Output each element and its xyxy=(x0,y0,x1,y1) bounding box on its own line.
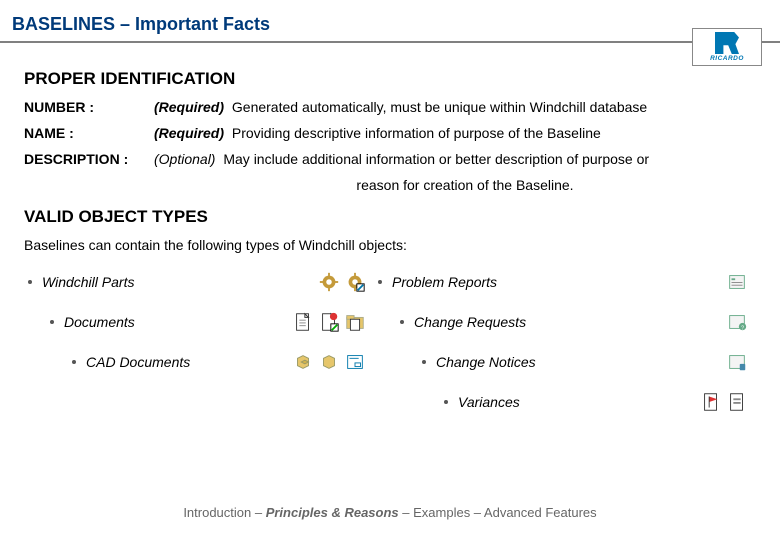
document-icon xyxy=(292,311,314,333)
item-problem-reports: Problem Reports xyxy=(374,267,756,297)
document-folder-icon xyxy=(344,311,366,333)
problem-report-icon xyxy=(726,271,748,293)
logo-text: RICARDO xyxy=(710,55,744,62)
bullet-icon xyxy=(50,320,54,324)
field-description-cont: reason for creation of the Baseline. xyxy=(24,177,756,193)
ricardo-logo: RICARDO xyxy=(692,28,762,66)
bullet-icon xyxy=(28,280,32,284)
field-number-label: NUMBER : xyxy=(24,99,154,115)
field-name: NAME : (Required) Providing descriptive … xyxy=(24,125,756,141)
item-change-requests-label: Change Requests xyxy=(414,314,526,330)
field-number: NUMBER : (Required) Generated automatica… xyxy=(24,99,756,115)
part-gear-icon xyxy=(318,271,340,293)
footer-part-a: Introduction – xyxy=(183,505,265,520)
item-change-notices-label: Change Notices xyxy=(436,354,536,370)
item-documents-label: Documents xyxy=(64,314,135,330)
cad-drawing-icon xyxy=(344,351,366,373)
bullet-icon xyxy=(378,280,382,284)
field-name-desc: Providing descriptive information of pur… xyxy=(232,125,601,141)
objects-left-column: Windchill Parts Documents xyxy=(24,267,374,427)
item-problem-reports-label: Problem Reports xyxy=(392,274,497,290)
objects-intro: Baselines can contain the following type… xyxy=(24,237,756,253)
svg-text:?: ? xyxy=(741,325,744,331)
objects-right-column: Problem Reports Change Requests ? xyxy=(374,267,756,427)
part-gear-link-icon xyxy=(344,271,366,293)
field-number-desc: Generated automatically, must be unique … xyxy=(232,99,647,115)
objects-columns: Windchill Parts Documents xyxy=(24,267,756,427)
cad-part-icon xyxy=(318,351,340,373)
field-number-tag: (Required) xyxy=(154,99,224,115)
item-windchill-parts-label: Windchill Parts xyxy=(42,274,134,290)
item-change-notices: Change Notices xyxy=(374,347,756,377)
field-description-label: DESCRIPTION : xyxy=(24,151,154,167)
item-variances-label: Variances xyxy=(458,394,520,410)
field-description: DESCRIPTION : (Optional) May include add… xyxy=(24,151,756,167)
item-change-requests: Change Requests ? xyxy=(374,307,756,337)
slide-title: BASELINES – Important Facts xyxy=(12,14,768,35)
footer-breadcrumb: Introduction – Principles & Reasons – Ex… xyxy=(0,505,780,520)
footer-part-c: – Examples – Advanced Features xyxy=(399,505,597,520)
bullet-icon xyxy=(400,320,404,324)
item-documents: Documents xyxy=(24,307,374,337)
item-cad-documents: CAD Documents xyxy=(24,347,374,377)
field-name-label: NAME : xyxy=(24,125,154,141)
cad-assembly-icon xyxy=(292,351,314,373)
title-bar: BASELINES – Important Facts xyxy=(0,0,780,43)
content-area: PROPER IDENTIFICATION NUMBER : (Required… xyxy=(0,47,780,427)
section-objects-heading: VALID OBJECT TYPES xyxy=(24,207,756,227)
field-description-tag: (Optional) xyxy=(154,151,215,167)
item-windchill-parts: Windchill Parts xyxy=(24,267,374,297)
bullet-icon xyxy=(72,360,76,364)
footer-part-b: Principles & Reasons xyxy=(266,505,399,520)
change-notice-icon xyxy=(726,351,748,373)
item-variances: Variances xyxy=(374,387,756,417)
item-cad-documents-label: CAD Documents xyxy=(86,354,190,370)
bullet-icon xyxy=(444,400,448,404)
bullet-icon xyxy=(422,360,426,364)
field-description-desc: May include additional information or be… xyxy=(223,151,649,167)
change-request-icon: ? xyxy=(726,311,748,333)
section-identification-heading: PROPER IDENTIFICATION xyxy=(24,69,756,89)
field-name-tag: (Required) xyxy=(154,125,224,141)
variance-doc-icon xyxy=(726,391,748,413)
variance-flag-icon xyxy=(700,391,722,413)
document-link-icon xyxy=(318,311,340,333)
logo-r-mark xyxy=(715,32,739,54)
